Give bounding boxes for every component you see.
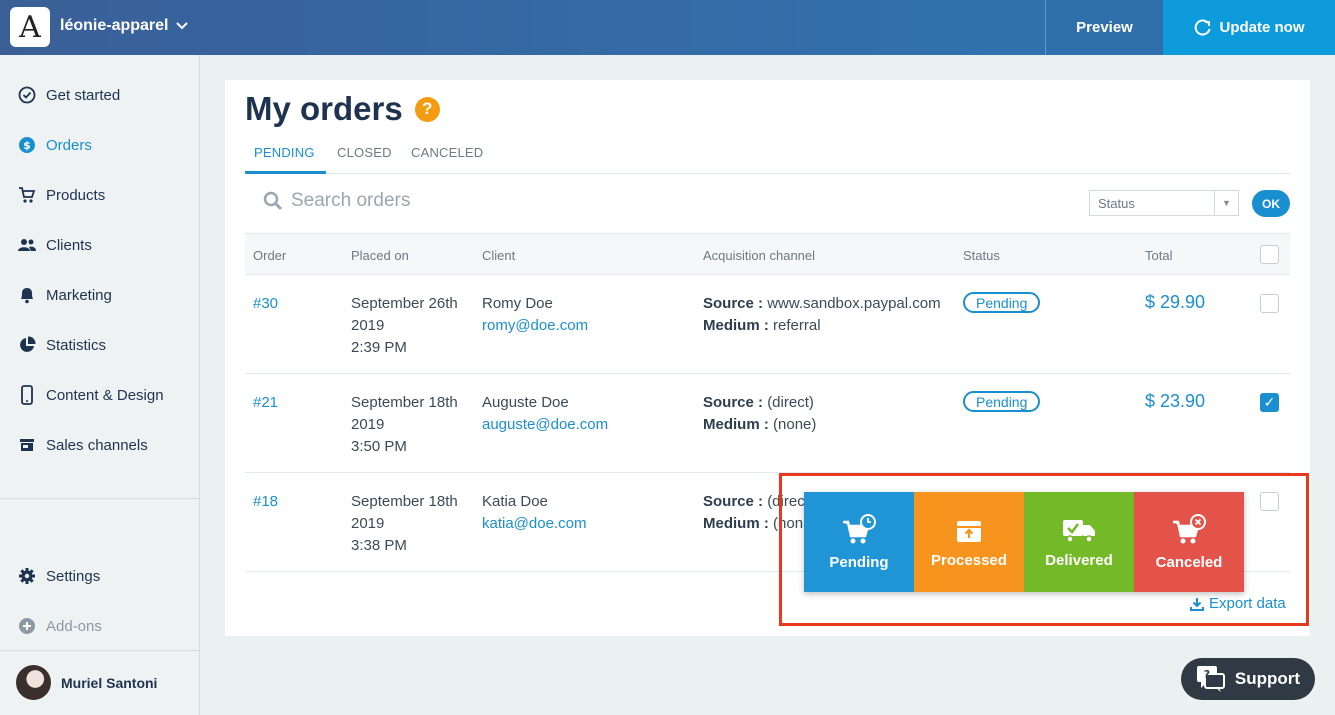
pie-chart-icon xyxy=(17,335,37,355)
sidebar-item-products[interactable]: Products xyxy=(0,175,200,215)
plus-circle-icon xyxy=(17,616,37,636)
update-now-button[interactable]: Update now xyxy=(1163,0,1335,55)
sidebar-item-orders[interactable]: $ Orders xyxy=(0,125,200,165)
preview-button[interactable]: Preview xyxy=(1045,0,1163,55)
table-row[interactable]: #21 September 18th 2019 3:50 PM Auguste … xyxy=(245,374,1290,473)
svg-text:$: $ xyxy=(23,139,31,152)
cart-clock-icon xyxy=(843,513,876,543)
order-total: $ 23.90 xyxy=(1145,391,1206,411)
gear-icon xyxy=(17,566,37,586)
bell-icon xyxy=(17,285,37,305)
tab-pending[interactable]: PENDING xyxy=(254,145,315,160)
sidebar-item-sales-channels[interactable]: Sales channels xyxy=(0,425,200,465)
sidebar-divider xyxy=(0,650,199,651)
row-checkbox-checked[interactable]: ✓ xyxy=(1260,393,1279,412)
col-placed-on: Placed on xyxy=(351,248,409,263)
user-profile[interactable]: Muriel Santoni xyxy=(16,665,157,700)
page-title: My orders ? xyxy=(245,90,440,128)
client-email-link[interactable]: romy@doe.com xyxy=(482,315,588,337)
sidebar-item-settings[interactable]: Settings xyxy=(0,556,200,596)
avatar xyxy=(16,665,51,700)
set-status-pending-button[interactable]: Pending xyxy=(804,492,914,592)
set-status-processed-button[interactable]: Processed xyxy=(914,492,1024,592)
active-tab-indicator xyxy=(245,171,326,174)
client: Katia Doe katia@doe.com xyxy=(482,491,586,535)
truck-check-icon xyxy=(1063,519,1095,543)
table-row[interactable]: #30 September 26th 2019 2:39 PM Romy Doe… xyxy=(245,275,1290,374)
sidebar-item-content-design[interactable]: Content & Design xyxy=(0,375,200,415)
status-badge[interactable]: Pending xyxy=(963,292,1041,313)
order-total: $ 29.90 xyxy=(1145,292,1206,312)
box-upload-icon xyxy=(957,520,981,542)
status-filter-select[interactable]: Status ▼ xyxy=(1089,190,1239,216)
ok-button[interactable]: OK xyxy=(1252,190,1290,217)
col-acquisition-channel: Acquisition channel xyxy=(703,248,816,263)
order-id-link[interactable]: #21 xyxy=(253,392,278,414)
search-input[interactable]: Search orders xyxy=(291,190,410,212)
set-status-delivered-button[interactable]: Delivered xyxy=(1024,492,1134,592)
client: Romy Doe romy@doe.com xyxy=(482,293,588,337)
shop-name: léonie-apparel xyxy=(60,17,169,34)
order-id-link[interactable]: #18 xyxy=(253,491,278,513)
shop-switcher[interactable]: léonie-apparel xyxy=(60,17,189,35)
cart-x-icon xyxy=(1173,513,1206,543)
phone-icon xyxy=(17,385,37,405)
refresh-icon xyxy=(1194,19,1210,35)
client-email-link[interactable]: katia@doe.com xyxy=(482,513,586,535)
user-name: Muriel Santoni xyxy=(61,674,158,691)
col-order: Order xyxy=(253,248,287,263)
status-action-menu: Pending Processed Delivered Canceled xyxy=(804,492,1244,592)
caret-down-icon: ▼ xyxy=(1214,191,1238,215)
select-all-checkbox[interactable] xyxy=(1260,245,1279,264)
placed-on: September 26th 2019 2:39 PM xyxy=(351,295,458,356)
table-header: Order Placed on Client Acquisition chann… xyxy=(245,233,1290,275)
svg-text:?: ? xyxy=(1204,668,1210,681)
check-circle-icon xyxy=(17,85,37,105)
tab-canceled[interactable]: CANCELED xyxy=(411,145,483,160)
placed-on: September 18th 2019 3:50 PM xyxy=(351,394,458,455)
acquisition-channel: Source : (direct) Medium : (none) xyxy=(703,394,817,433)
sidebar-item-marketing[interactable]: Marketing xyxy=(0,275,200,315)
top-bar: A léonie-apparel Preview Update now xyxy=(0,0,1335,55)
client: Auguste Doe auguste@doe.com xyxy=(482,392,608,436)
sidebar-item-add-ons[interactable]: Add-ons xyxy=(0,606,200,646)
order-id-link[interactable]: #30 xyxy=(253,293,278,315)
order-tabs: PENDING CLOSED CANCELED xyxy=(245,142,1290,174)
support-button[interactable]: ? Support xyxy=(1181,658,1315,700)
people-icon xyxy=(17,235,37,255)
placed-on: September 18th 2019 3:38 PM xyxy=(351,493,458,554)
col-status: Status xyxy=(963,248,1000,263)
sidebar-item-clients[interactable]: Clients xyxy=(0,225,200,265)
row-checkbox[interactable] xyxy=(1260,294,1279,313)
dollar-circle-icon: $ xyxy=(17,135,37,155)
search-orders[interactable]: Search orders xyxy=(263,190,410,212)
set-status-canceled-button[interactable]: Canceled xyxy=(1134,492,1244,592)
acquisition-channel: Source : www.sandbox.paypal.com Medium :… xyxy=(703,295,941,334)
col-client: Client xyxy=(482,248,516,263)
shop-logo[interactable]: A xyxy=(10,7,50,47)
sidebar-divider xyxy=(0,498,199,499)
tab-closed[interactable]: CLOSED xyxy=(337,145,392,160)
chat-help-icon: ? xyxy=(1196,666,1225,692)
store-icon xyxy=(17,435,37,455)
chevron-down-icon xyxy=(176,22,189,30)
sidebar-item-statistics[interactable]: Statistics xyxy=(0,325,200,365)
cart-icon xyxy=(17,185,37,205)
status-badge[interactable]: Pending xyxy=(963,391,1041,412)
help-icon[interactable]: ? xyxy=(414,96,440,122)
col-total: Total xyxy=(1145,248,1173,263)
search-icon xyxy=(263,191,283,211)
sidebar: Get started $ Orders Products Clients Ma… xyxy=(0,55,200,715)
client-email-link[interactable]: auguste@doe.com xyxy=(482,414,608,436)
sidebar-item-get-started[interactable]: Get started xyxy=(0,75,200,115)
